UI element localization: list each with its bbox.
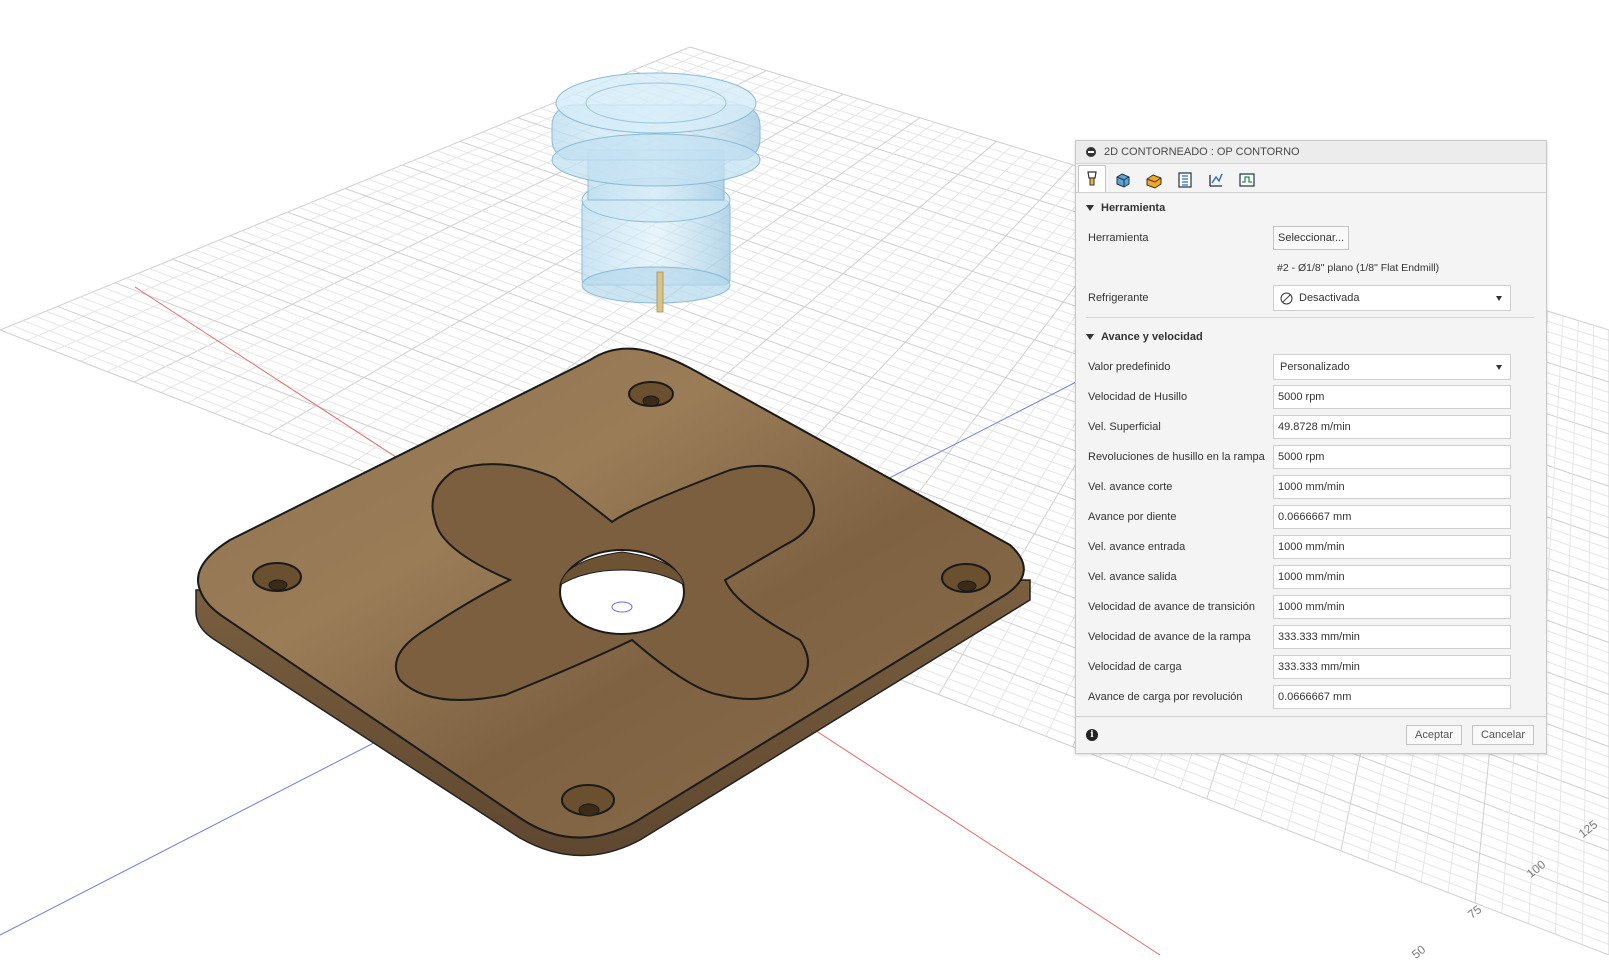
dialog-tabs [1076, 164, 1546, 193]
tab-geometry[interactable] [1109, 166, 1137, 192]
screw-hole-right [942, 564, 990, 592]
tool-icon [1083, 170, 1101, 188]
coolant-label: Refrigerante [1088, 292, 1273, 304]
feed-field-row: Avance de carga por revolución [1076, 682, 1546, 712]
collapse-triangle-icon [1086, 334, 1094, 340]
wood-plate[interactable] [196, 349, 1030, 856]
section-tool-title: Herramienta [1101, 193, 1165, 223]
collapse-icon[interactable] [1086, 147, 1096, 157]
geometry-icon [1114, 171, 1132, 189]
passes-icon [1176, 171, 1194, 189]
info-icon[interactable]: i [1086, 729, 1098, 741]
preset-value: Personalizado [1280, 361, 1350, 373]
tool-row: Herramienta Seleccionar... [1076, 223, 1546, 253]
coolant-select[interactable]: Desactivada [1273, 285, 1511, 311]
cutting-feedrate-input[interactable] [1273, 475, 1511, 499]
feed-per-tooth-input[interactable] [1273, 505, 1511, 529]
coolant-value: Desactivada [1299, 292, 1360, 304]
field-label: Vel. Superficial [1088, 421, 1273, 433]
tab-heights[interactable] [1140, 166, 1168, 192]
screw-hole-bottom [562, 785, 614, 816]
section-feed-title: Avance y velocidad [1101, 322, 1203, 352]
field-label: Vel. avance entrada [1088, 541, 1273, 553]
lead-out-feedrate-input[interactable] [1273, 565, 1511, 589]
preset-select[interactable]: Personalizado [1273, 354, 1511, 380]
dialog-footer: i Aceptar Cancelar [1076, 716, 1546, 753]
tab-tool[interactable] [1078, 165, 1106, 192]
feed-field-row: Vel. Superficial [1076, 412, 1546, 442]
chevron-down-icon [1496, 365, 1502, 370]
chevron-down-icon [1496, 296, 1502, 301]
screw-hole-left [253, 563, 301, 591]
feed-field-row: Velocidad de carga [1076, 652, 1546, 682]
feed-field-row: Velocidad de Husillo [1076, 382, 1546, 412]
cancel-button[interactable]: Cancelar [1472, 725, 1534, 745]
feed-per-revolution-input[interactable] [1273, 685, 1511, 709]
endmill-shank [657, 272, 663, 312]
post-icon [1238, 171, 1256, 189]
field-label: Avance por diente [1088, 511, 1273, 523]
field-label: Revoluciones de husillo en la rampa [1088, 451, 1273, 463]
dialog-title-bar[interactable]: 2D CONTORNEADO : OP CONTORNO [1076, 141, 1546, 164]
screw-hole-top [629, 382, 673, 406]
preset-row: Valor predefinido Personalizado [1076, 352, 1546, 382]
field-label: Velocidad de carga [1088, 661, 1273, 673]
lead-in-feedrate-input[interactable] [1273, 535, 1511, 559]
feed-field-row: Velocidad de avance de transición [1076, 592, 1546, 622]
field-label: Vel. avance salida [1088, 571, 1273, 583]
field-label: Vel. avance corte [1088, 481, 1273, 493]
collapse-triangle-icon [1086, 205, 1094, 211]
disabled-icon [1280, 292, 1293, 305]
operation-dialog: 2D CONTORNEADO : OP CONTORNO Herramienta… [1075, 140, 1547, 754]
tool-label: Herramienta [1088, 232, 1273, 244]
field-label: Velocidad de Husillo [1088, 391, 1273, 403]
tab-post[interactable] [1233, 166, 1261, 192]
surface-speed-input[interactable] [1273, 415, 1511, 439]
coolant-row: Refrigerante Desactivada [1076, 283, 1546, 313]
ok-button[interactable]: Aceptar [1406, 725, 1462, 745]
heights-icon [1145, 171, 1163, 189]
dialog-title: 2D CONTORNEADO : OP CONTORNO [1104, 141, 1300, 163]
tab-passes[interactable] [1171, 166, 1199, 192]
field-label: Velocidad de avance de la rampa [1088, 631, 1273, 643]
plunge-feedrate-input[interactable] [1273, 655, 1511, 679]
preset-label: Valor predefinido [1088, 361, 1273, 373]
field-label: Avance de carga por revolución [1088, 691, 1273, 703]
section-divider [1086, 317, 1534, 318]
feed-field-row: Vel. avance entrada [1076, 532, 1546, 562]
feed-field-row: Revoluciones de husillo en la rampa [1076, 442, 1546, 472]
field-label: Velocidad de avance de transición [1088, 601, 1273, 613]
tool-description: #2 - Ø1/8" plano (1/8" Flat Endmill) [1076, 253, 1546, 283]
feed-field-row: Avance por diente [1076, 502, 1546, 532]
spindle-speed-input[interactable] [1273, 385, 1511, 409]
ramp-spindle-speed-input[interactable] [1273, 445, 1511, 469]
transition-feedrate-input[interactable] [1273, 595, 1511, 619]
select-tool-button[interactable]: Seleccionar... [1273, 226, 1349, 250]
feed-field-row: Vel. avance salida [1076, 562, 1546, 592]
tab-linking[interactable] [1202, 166, 1230, 192]
section-tool-header[interactable]: Herramienta [1076, 193, 1546, 223]
section-feed-header[interactable]: Avance y velocidad [1076, 322, 1546, 352]
linking-icon [1207, 171, 1225, 189]
feed-field-row: Vel. avance corte [1076, 472, 1546, 502]
feed-field-row: Velocidad de avance de la rampa [1076, 622, 1546, 652]
ramp-feedrate-input[interactable] [1273, 625, 1511, 649]
